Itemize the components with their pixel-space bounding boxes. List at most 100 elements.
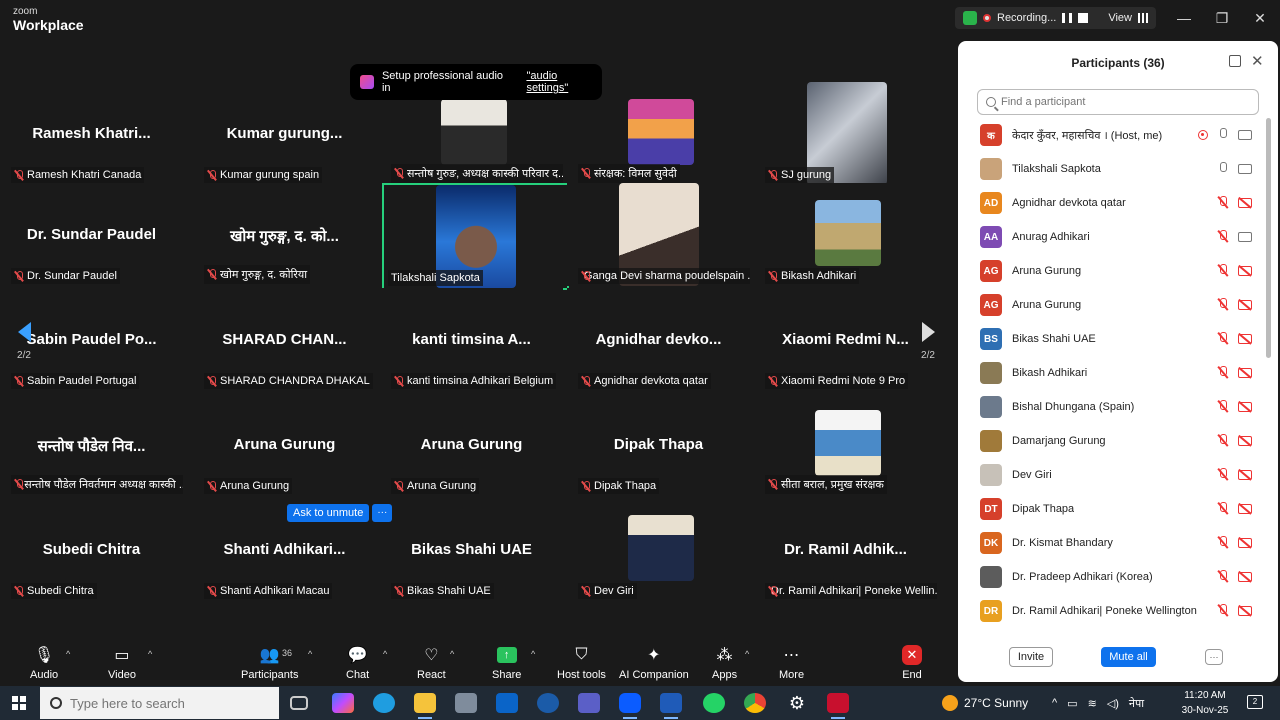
pause-recording-icon[interactable] <box>1062 13 1073 23</box>
view-button[interactable]: View <box>1108 12 1148 24</box>
teams-icon[interactable] <box>578 693 600 713</box>
video-tile[interactable]: Bikash Adhikari <box>754 183 937 286</box>
video-options-caret[interactable]: ^ <box>148 649 152 659</box>
file-explorer-icon[interactable] <box>414 693 436 719</box>
popout-icon[interactable] <box>1229 55 1241 67</box>
chevron-up-icon[interactable]: ^ <box>1052 697 1057 709</box>
video-off-icon[interactable] <box>1238 299 1252 310</box>
video-off-icon[interactable] <box>1238 265 1252 276</box>
video-tile[interactable]: Subedi Chitra Subedi Chitra <box>0 498 183 601</box>
react-options-caret[interactable]: ^ <box>450 649 454 659</box>
video-tile[interactable]: SHARAD CHAN... SHARAD CHANDRA DHAKAL <box>193 288 376 391</box>
participant-row[interactable]: DT Dipak Thapa <box>958 492 1264 526</box>
video-off-icon[interactable] <box>1238 605 1252 616</box>
language-indicator[interactable]: नेपा <box>1129 696 1144 711</box>
video-off-icon[interactable] <box>1238 571 1252 582</box>
invite-button[interactable]: Invite <box>1009 647 1053 667</box>
audio-button[interactable]: 🎙 Audio <box>30 644 58 681</box>
muted-mic-icon[interactable] <box>1218 366 1228 379</box>
muted-mic-icon[interactable] <box>1218 196 1228 209</box>
participant-row[interactable]: Bishal Dhungana (Spain) <box>958 390 1264 424</box>
next-page-button[interactable]: 2/2 <box>904 304 952 378</box>
participant-row[interactable]: AA Anurag Adhikari <box>958 220 1264 254</box>
video-tile[interactable]: Bikas Shahi UAE Bikas Shahi UAE <box>380 498 563 601</box>
more-button[interactable]: ⋯ More <box>779 644 804 681</box>
video-tile[interactable]: Aruna Gurung Aruna Gurung <box>380 393 563 496</box>
chat-button[interactable]: 💬 Chat <box>346 644 369 681</box>
end-meeting-button[interactable]: ✕ End <box>902 644 922 681</box>
participant-row[interactable]: AD Agnidhar devkota qatar <box>958 186 1264 220</box>
wifi-icon[interactable]: ≋ <box>1088 697 1097 710</box>
task-view-icon[interactable] <box>290 696 308 710</box>
muted-mic-icon[interactable] <box>1218 570 1228 583</box>
participant-row[interactable]: क केदार कुँवर, महासचिव । (Host, me) <box>958 118 1264 152</box>
video-off-icon[interactable] <box>1238 197 1252 208</box>
participants-options-caret[interactable]: ^ <box>308 649 312 659</box>
tile-more-button[interactable]: ··· <box>372 504 393 522</box>
microphone-icon[interactable] <box>1218 162 1228 175</box>
clock[interactable]: 11:20 AM 30-Nov-25 <box>1176 688 1234 718</box>
video-tile[interactable]: सन्तोष पौडेल निव... सन्तोष पौडेल निवर्तमा… <box>0 393 183 496</box>
muted-mic-icon[interactable] <box>1218 468 1228 481</box>
video-tile[interactable]: Dev Giri <box>567 498 750 601</box>
muted-mic-icon[interactable] <box>1218 604 1228 617</box>
copilot-icon[interactable] <box>332 693 354 713</box>
participant-row[interactable]: DR Dr. Ramil Adhikari| Poneke Wellington <box>958 594 1264 628</box>
audio-options-caret[interactable]: ^ <box>66 649 70 659</box>
muted-mic-icon[interactable] <box>1218 434 1228 447</box>
participant-row[interactable]: AG Aruna Gurung <box>958 288 1264 322</box>
participant-row[interactable]: Tilakshali Sapkota <box>958 152 1264 186</box>
video-camera-icon[interactable] <box>1238 129 1252 140</box>
share-button[interactable]: ↑ Share <box>492 644 521 681</box>
participant-row[interactable]: Damarjang Gurung <box>958 424 1264 458</box>
video-tile[interactable]: Aruna Gurung Aruna Gurung <box>193 393 376 496</box>
video-button[interactable]: ▭ Video <box>108 644 136 681</box>
security-shield-icon[interactable] <box>963 11 977 25</box>
ask-to-unmute-button[interactable]: Ask to unmute <box>287 504 370 522</box>
acrobat-icon[interactable] <box>827 693 849 719</box>
apps-button[interactable]: ⁂ Apps <box>712 644 737 681</box>
taskbar-search-input[interactable] <box>70 695 220 711</box>
video-tile[interactable]: Dipak Thapa Dipak Thapa <box>567 393 750 496</box>
chat-options-caret[interactable]: ^ <box>383 649 387 659</box>
video-off-icon[interactable] <box>1238 333 1252 344</box>
panel-more-button[interactable]: ··· <box>1205 649 1223 665</box>
video-tile[interactable]: Dr. Ramil Adhik... Dr. Ramil Adhikari| Po… <box>754 498 937 601</box>
video-off-icon[interactable] <box>1238 469 1252 480</box>
recording-icon[interactable] <box>1198 129 1208 140</box>
notification-center-icon[interactable]: 2 <box>1247 695 1263 709</box>
weather-widget[interactable]: 27°C Sunny <box>942 686 1028 720</box>
volume-icon[interactable]: ◁) <box>1107 697 1119 710</box>
browser-app-icon[interactable] <box>537 693 559 713</box>
video-tile[interactable]: Ramesh Khatri... Ramesh Khatri Canada <box>0 82 183 185</box>
whatsapp-icon[interactable] <box>703 693 725 713</box>
video-off-icon[interactable] <box>1238 503 1252 514</box>
muted-mic-icon[interactable] <box>1218 400 1228 413</box>
video-tile[interactable]: SJ gurung <box>754 82 937 185</box>
video-tile[interactable]: Tilakshali Sapkota <box>382 183 569 290</box>
mute-all-button[interactable]: Mute all <box>1101 647 1156 667</box>
participant-row[interactable]: BS Bikas Shahi UAE <box>958 322 1264 356</box>
muted-mic-icon[interactable] <box>1218 332 1228 345</box>
restore-icon[interactable]: ❐ <box>1213 10 1231 27</box>
stop-recording-icon[interactable] <box>1078 13 1089 23</box>
participant-row[interactable]: DK Dr. Kismat Bhandary <box>958 526 1264 560</box>
close-panel-icon[interactable]: ✕ <box>1251 52 1264 70</box>
muted-mic-icon[interactable] <box>1218 230 1228 243</box>
video-off-icon[interactable] <box>1238 435 1252 446</box>
close-window-icon[interactable]: ✕ <box>1251 10 1269 27</box>
audio-settings-link[interactable]: "audio settings" <box>526 70 602 94</box>
participant-row[interactable]: Dev Giri <box>958 458 1264 492</box>
muted-mic-icon[interactable] <box>1218 298 1228 311</box>
share-options-caret[interactable]: ^ <box>531 649 535 659</box>
photos-icon[interactable] <box>455 693 477 713</box>
video-tile[interactable]: खोम गुरुङ्ग, द. को... खोम गुरुङ्ग, द. कोर… <box>193 183 376 286</box>
minimize-icon[interactable]: — <box>1175 10 1193 26</box>
muted-mic-icon[interactable] <box>1218 264 1228 277</box>
outlook-icon[interactable] <box>496 693 518 713</box>
ai-companion-button[interactable]: ✦ AI Companion <box>619 644 689 681</box>
video-tile[interactable]: Ganga Devi sharma poudelspain ... <box>567 183 750 286</box>
zoom-taskbar-icon[interactable] <box>619 693 641 719</box>
muted-mic-icon[interactable] <box>1218 536 1228 549</box>
video-tile[interactable]: Kumar gurung... Kumar gurung spain <box>193 82 376 185</box>
